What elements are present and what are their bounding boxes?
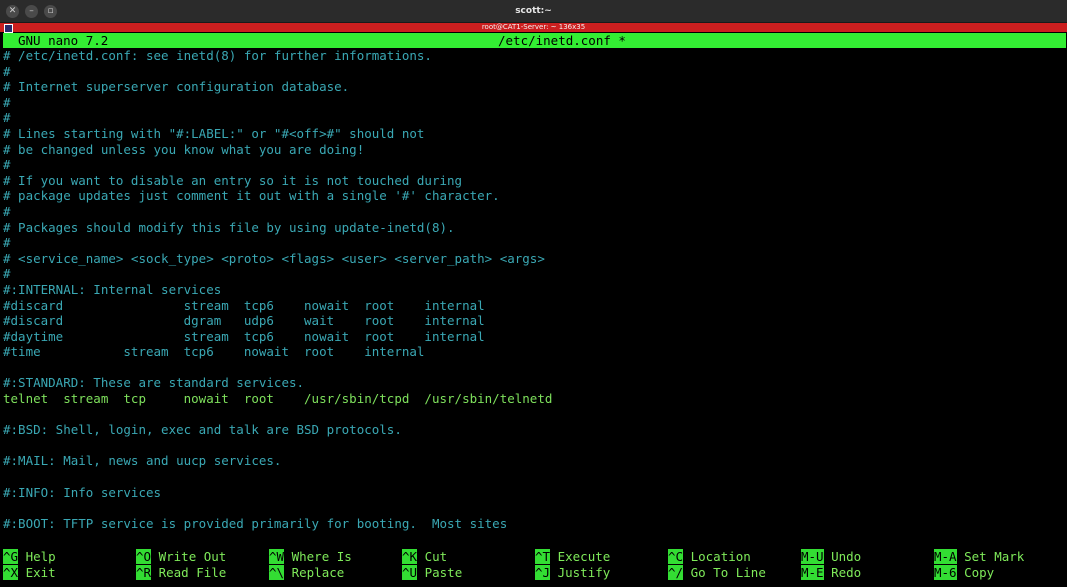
terminal-area[interactable]: GNU nano 7.2 /etc/inetd.conf * # /etc/in… (0, 33, 1067, 587)
shortcut-exit[interactable]: ^X Exit (3, 565, 56, 580)
editor-line[interactable]: # (3, 235, 552, 251)
editor-line[interactable]: #:STANDARD: These are standard services. (3, 375, 552, 391)
editor-line[interactable]: #:MAIL: Mail, news and uucp services. (3, 453, 552, 469)
shortcut-label: Exit (25, 565, 56, 580)
shortcut-label: Where Is (291, 549, 352, 564)
shortcut-label: Copy (964, 565, 995, 580)
shortcut-replace[interactable]: ^\ Replace (269, 565, 344, 580)
shortcut-key: ^C (668, 549, 684, 564)
shortcut-label: Replace (291, 565, 345, 580)
editor-line[interactable]: # If you want to disable an entry so it … (3, 173, 552, 189)
shortcut-go-to-line[interactable]: ^/ Go To Line (668, 565, 766, 580)
file-name: /etc/inetd.conf * (498, 33, 626, 48)
editor-line[interactable]: #:BSD: Shell, login, exec and talk are B… (3, 422, 552, 438)
shortcut-label: Justify (557, 565, 611, 580)
shortcut-key: M-U (801, 549, 824, 564)
editor-line[interactable] (3, 407, 552, 423)
shortcut-write-out[interactable]: ^O Write Out (136, 549, 226, 564)
editor-line[interactable]: #:BOOT: TFTP service is provided primari… (3, 516, 552, 532)
editor-line[interactable]: # be changed unless you know what you ar… (3, 142, 552, 158)
editor-line[interactable] (3, 360, 552, 376)
editor-line[interactable]: #:INFO: Info services (3, 485, 552, 501)
editor-content[interactable]: # /etc/inetd.conf: see inetd(8) for furt… (3, 48, 552, 531)
editor-line[interactable]: # Lines starting with "#:LABEL:" or "#<o… (3, 126, 552, 142)
shortcut-where-is[interactable]: ^W Where Is (269, 549, 352, 564)
editor-line[interactable]: # /etc/inetd.conf: see inetd(8) for furt… (3, 48, 552, 64)
shortcut-execute[interactable]: ^T Execute (535, 549, 610, 564)
nano-header-bar: GNU nano 7.2 /etc/inetd.conf * (3, 33, 1066, 48)
shortcut-key: ^G (3, 549, 19, 564)
editor-line[interactable]: # package updates just comment it out wi… (3, 188, 552, 204)
shortcut-label: Cut (424, 549, 448, 564)
terminal-title: root@CAT1-Server: ~ 136x35 (481, 23, 586, 31)
shortcut-label: Go To Line (690, 565, 766, 580)
shortcut-key: ^O (136, 549, 152, 564)
shortcut-key: ^U (402, 565, 418, 580)
shortcut-key: ^/ (668, 565, 684, 580)
editor-line[interactable]: # (3, 266, 552, 282)
editor-line[interactable]: # <service_name> <sock_type> <proto> <fl… (3, 251, 552, 267)
shortcut-key: M-6 (934, 565, 957, 580)
shortcut-read-file[interactable]: ^R Read File (136, 565, 226, 580)
editor-line[interactable]: # Packages should modify this file by us… (3, 220, 552, 236)
editor-line[interactable]: # (3, 95, 552, 111)
shortcut-label: Redo (831, 565, 862, 580)
shortcut-redo[interactable]: M-E Redo (801, 565, 861, 580)
shortcut-label: Write Out (158, 549, 227, 564)
editor-line[interactable] (3, 500, 552, 516)
shortcut-copy[interactable]: M-6 Copy (934, 565, 994, 580)
active-editor-line[interactable]: telnet stream tcp nowait root /usr/sbin/… (3, 391, 552, 407)
shortcut-key: ^J (535, 565, 551, 580)
shortcut-label: Undo (831, 549, 862, 564)
terminal-title-bar: root@CAT1-Server: ~ 136x35 (0, 23, 1067, 33)
editor-line[interactable]: # Internet superserver configuration dat… (3, 79, 552, 95)
shortcut-bar: ^G Help ^O Write Out ^W Where Is ^K Cut … (3, 549, 1067, 583)
editor-line[interactable] (3, 438, 552, 454)
shortcut-key: ^X (3, 565, 19, 580)
shortcut-label: Location (690, 549, 751, 564)
editor-line[interactable]: # (3, 204, 552, 220)
editor-line[interactable]: #:INTERNAL: Internal services (3, 282, 552, 298)
shortcut-key: M-E (801, 565, 824, 580)
shortcut-label: Paste (424, 565, 463, 580)
shortcut-key: M-A (934, 549, 957, 564)
nano-version: GNU nano 7.2 (18, 33, 109, 48)
window-titlebar: ✕ – ▫ scott:~ (0, 0, 1067, 23)
editor-line[interactable]: # (3, 64, 552, 80)
shortcut-paste[interactable]: ^U Paste (402, 565, 462, 580)
shortcut-key: ^T (535, 549, 551, 564)
shortcut-label: Execute (557, 549, 611, 564)
editor-line[interactable] (3, 469, 552, 485)
editor-line[interactable]: # (3, 110, 552, 126)
shortcut-help[interactable]: ^G Help (3, 549, 56, 564)
shortcut-key: ^K (402, 549, 418, 564)
editor-line[interactable]: #daytime stream tcp6 nowait root interna… (3, 329, 552, 345)
editor-line[interactable]: #discard stream tcp6 nowait root interna… (3, 298, 552, 314)
shortcut-undo[interactable]: M-U Undo (801, 549, 861, 564)
shortcut-cut[interactable]: ^K Cut (402, 549, 447, 564)
shortcut-location[interactable]: ^C Location (668, 549, 751, 564)
shortcut-justify[interactable]: ^J Justify (535, 565, 610, 580)
shortcut-key: ^W (269, 549, 285, 564)
editor-line[interactable]: #discard dgram udp6 wait root internal (3, 313, 552, 329)
editor-line[interactable]: # (3, 157, 552, 173)
shortcut-key: ^\ (269, 565, 285, 580)
shortcut-set-mark[interactable]: M-A Set Mark (934, 549, 1024, 564)
window-title: scott:~ (515, 6, 552, 16)
shortcut-key: ^R (136, 565, 152, 580)
shortcut-label: Read File (158, 565, 227, 580)
shortcut-label: Set Mark (964, 549, 1025, 564)
editor-line[interactable]: #time stream tcp6 nowait root internal (3, 344, 552, 360)
shortcut-label: Help (25, 549, 56, 564)
